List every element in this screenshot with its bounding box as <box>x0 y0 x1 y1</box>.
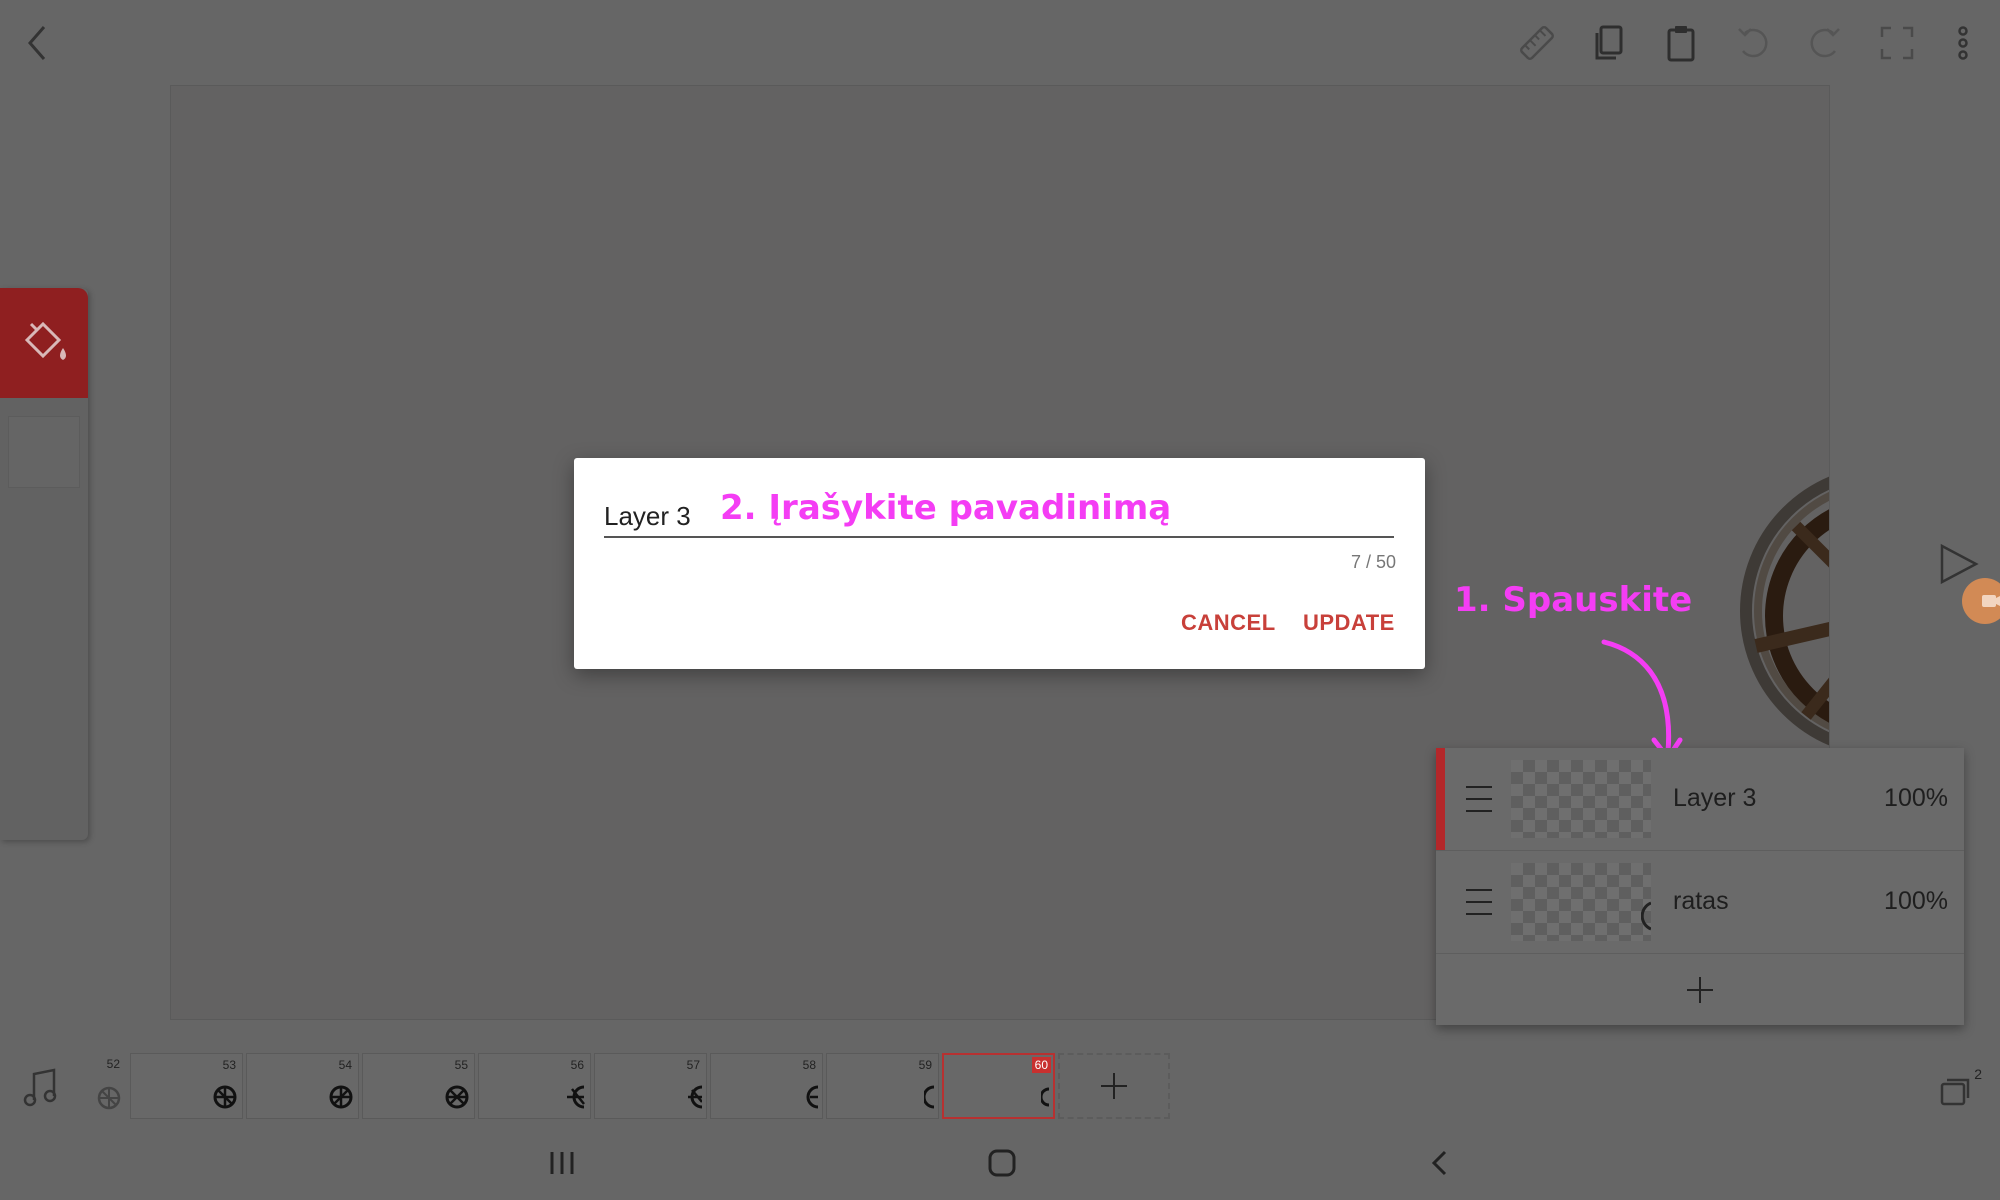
timeline-frame-current[interactable]: 60 <box>942 1053 1055 1119</box>
color-swatch[interactable] <box>8 416 80 488</box>
drag-handle-icon[interactable] <box>1464 885 1494 924</box>
update-button[interactable]: UPDATE <box>1303 610 1395 636</box>
timeline-frame[interactable]: 52 <box>90 1053 126 1119</box>
plus-icon <box>1687 976 1713 1003</box>
camera-icon <box>1982 595 2000 607</box>
undo-icon[interactable] <box>1728 18 1778 68</box>
layers-icon <box>1940 1078 1970 1106</box>
wheel-thumbnail <box>213 1085 237 1109</box>
add-layer-button[interactable] <box>1436 954 1964 1025</box>
fullscreen-icon[interactable] <box>1872 18 1922 68</box>
timeline-frame[interactable]: 57 <box>594 1053 707 1119</box>
home-icon[interactable] <box>986 1148 1018 1183</box>
wheel-thumbnail <box>445 1085 469 1109</box>
layers-panel: Layer 3 100% ratas 100% <box>1436 748 1964 1025</box>
char-counter: 7 / 50 <box>1350 552 1396 572</box>
layer-name[interactable]: Layer 3 <box>1673 784 1756 813</box>
paint-bucket-tool[interactable] <box>0 288 88 398</box>
layer-opacity[interactable]: 100% <box>1884 887 1948 916</box>
layer-thumbnail <box>1511 863 1651 941</box>
add-frame-button[interactable] <box>1058 1053 1170 1119</box>
paste-icon[interactable] <box>1656 18 1706 68</box>
layer-row-layer-3[interactable]: Layer 3 100% <box>1436 748 1964 851</box>
record-button[interactable] <box>1962 578 2000 624</box>
recents-icon[interactable] <box>548 1148 576 1183</box>
layer-name[interactable]: ratas <box>1673 887 1729 916</box>
wheel-thumbnail <box>688 1085 702 1109</box>
annotation-step2: 2. Įrašykite pavadinimą <box>720 488 1172 528</box>
music-note-icon[interactable] <box>22 1068 58 1113</box>
timeline-frame[interactable]: 58 <box>710 1053 823 1119</box>
wheel-drawing <box>1740 476 1829 746</box>
wheel-thumbnail <box>1041 1087 1049 1107</box>
wheel-thumbnail <box>329 1085 353 1109</box>
annotation-step1: 1. Spauskite <box>1454 580 1693 620</box>
layers-count-badge: 2 <box>1974 1066 1982 1082</box>
timeline-frame[interactable]: 56 <box>478 1053 591 1119</box>
redo-icon[interactable] <box>1800 18 1850 68</box>
cancel-button[interactable]: CANCEL <box>1181 610 1276 636</box>
layer-thumbnail <box>1511 760 1651 838</box>
layers-button[interactable]: 2 <box>1938 1066 1982 1110</box>
wheel-thumbnail <box>97 1086 121 1110</box>
layer-opacity[interactable]: 100% <box>1884 784 1948 813</box>
timeline-frame[interactable]: 54 <box>246 1053 359 1119</box>
paint-bucket-icon <box>24 321 66 360</box>
copy-icon[interactable] <box>1584 18 1634 68</box>
layer-row-ratas[interactable]: ratas 100% <box>1436 851 1964 954</box>
ruler-icon[interactable] <box>1512 18 1562 68</box>
system-back-icon[interactable] <box>1428 1148 1452 1183</box>
selected-indicator <box>1436 748 1445 850</box>
more-icon[interactable] <box>1938 18 1988 68</box>
drag-handle-icon[interactable] <box>1464 782 1494 821</box>
wheel-thumbnail <box>806 1085 818 1109</box>
wheel-thumbnail <box>567 1085 585 1109</box>
wheel-thumbnail <box>924 1085 934 1109</box>
timeline-frame[interactable]: 55 <box>362 1053 475 1119</box>
back-icon[interactable] <box>12 18 62 68</box>
timeline-frame[interactable]: 53 <box>130 1053 243 1119</box>
plus-icon <box>1101 1073 1127 1099</box>
timeline-frame[interactable]: 59 <box>826 1053 939 1119</box>
rename-layer-dialog: 2. Įrašykite pavadinimą 7 / 50 CANCEL UP… <box>574 458 1425 669</box>
